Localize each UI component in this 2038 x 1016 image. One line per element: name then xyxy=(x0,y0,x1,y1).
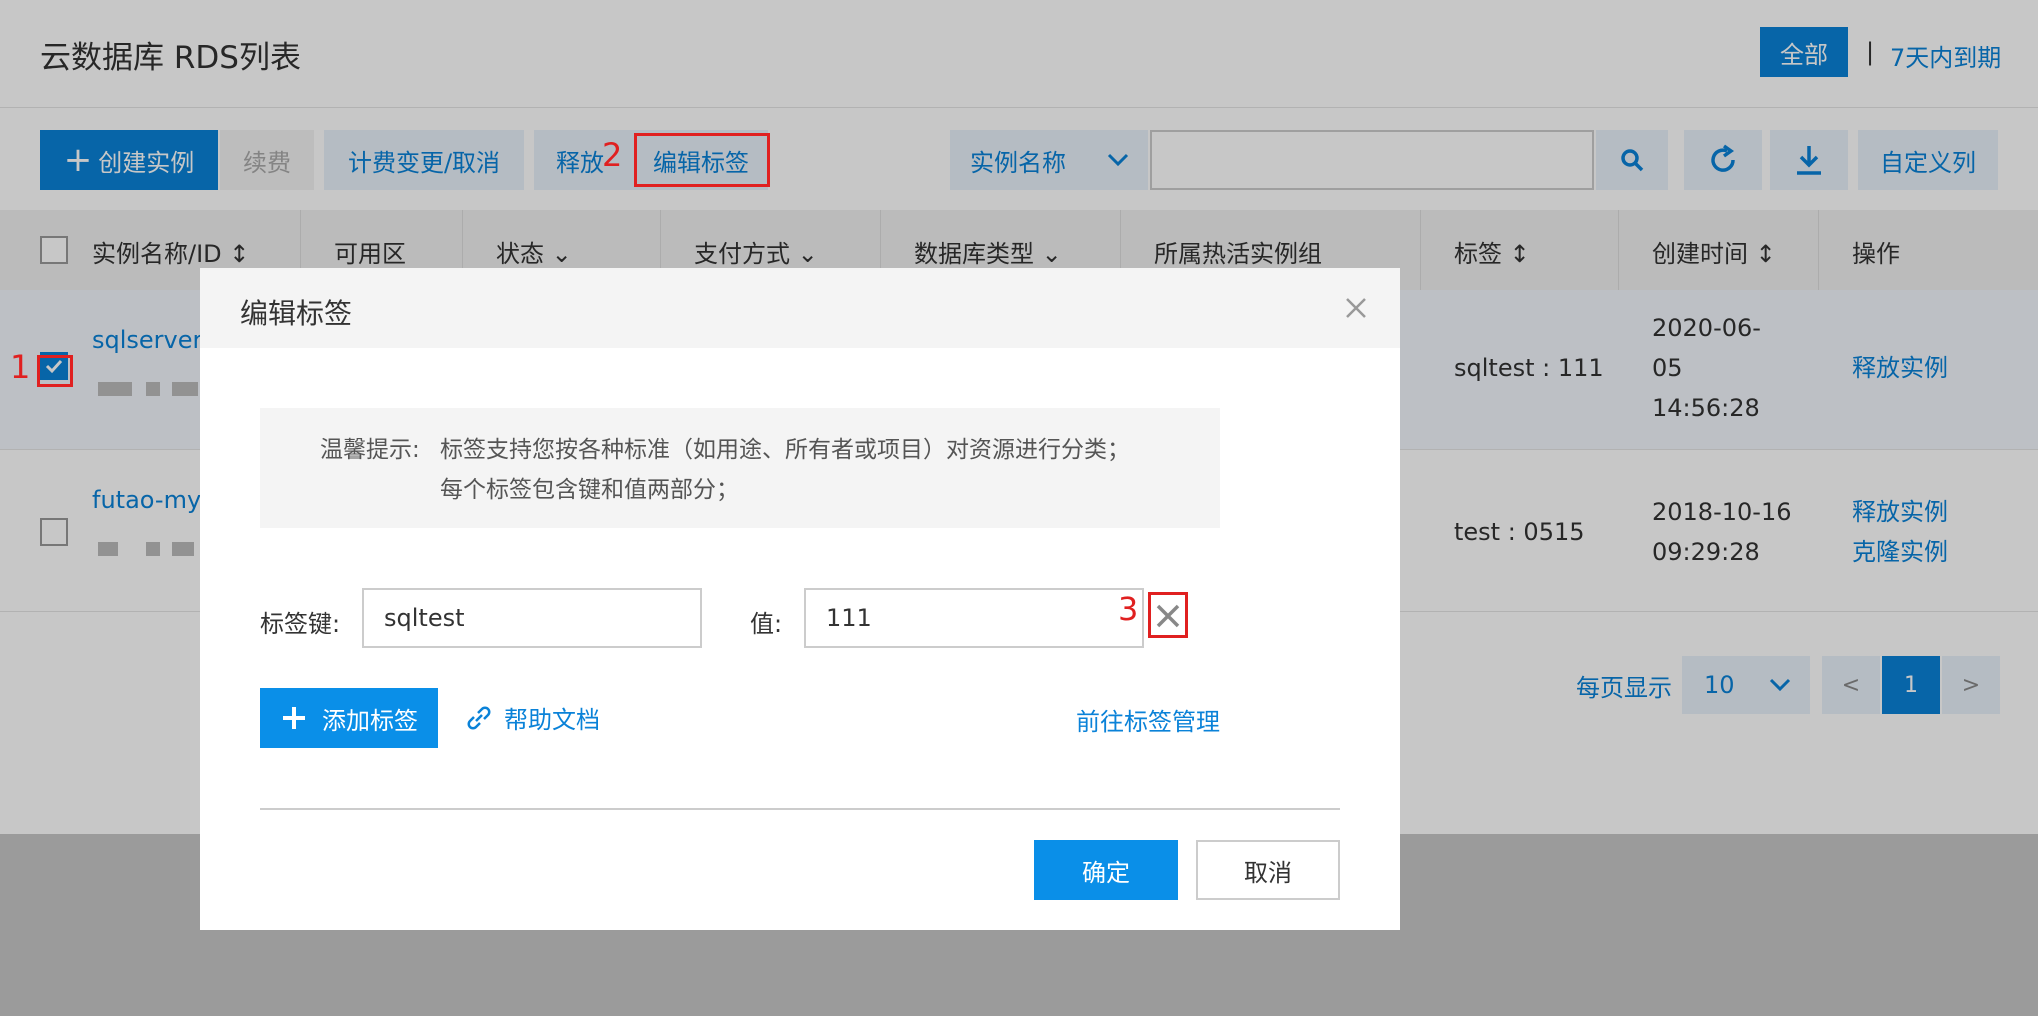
tip-text: 标签支持您按各种标准（如用途、所有者或项目）对资源进行分类； xyxy=(440,437,1130,463)
link-icon xyxy=(467,706,491,729)
annotation-number: 2 xyxy=(602,136,623,174)
tip-label: 温馨提示: xyxy=(320,437,420,463)
tag-key-label: 标签键: xyxy=(260,610,341,638)
tip-box: 温馨提示: 标签支持您按各种标准（如用途、所有者或项目）对资源进行分类； 每个标… xyxy=(260,408,1220,528)
dialog-header: 编辑标签 xyxy=(200,268,1400,348)
annotation-box xyxy=(634,133,770,187)
confirm-button[interactable]: 确定 xyxy=(1034,840,1178,900)
dialog-title: 编辑标签 xyxy=(240,297,353,330)
cancel-button[interactable]: 取消 xyxy=(1196,840,1340,900)
plus-icon xyxy=(283,707,305,729)
add-tag-label: 添加标签 xyxy=(322,706,418,735)
add-tag-button[interactable]: 添加标签 xyxy=(260,688,438,748)
help-docs-label: 帮助文档 xyxy=(504,706,600,734)
tag-value-label: 值: xyxy=(750,610,783,638)
tag-value-input[interactable] xyxy=(804,588,1144,648)
help-docs-link[interactable]: 帮助文档 xyxy=(464,700,600,735)
tag-key-input[interactable] xyxy=(362,588,702,648)
edit-tags-dialog: 编辑标签 温馨提示: 标签支持您按各种标准（如用途、所有者或项目）对资源进行分类… xyxy=(200,268,1400,930)
annotation-box xyxy=(37,355,73,387)
annotation-box xyxy=(1148,592,1188,638)
close-icon[interactable] xyxy=(1342,294,1370,322)
tip-text: 每个标签包含键和值两部分； xyxy=(440,477,739,503)
dialog-divider xyxy=(260,808,1340,810)
annotation-number: 1 xyxy=(10,348,31,386)
goto-tag-management-link[interactable]: 前往标签管理 xyxy=(1076,702,1220,737)
annotation-number: 3 xyxy=(1118,590,1139,628)
